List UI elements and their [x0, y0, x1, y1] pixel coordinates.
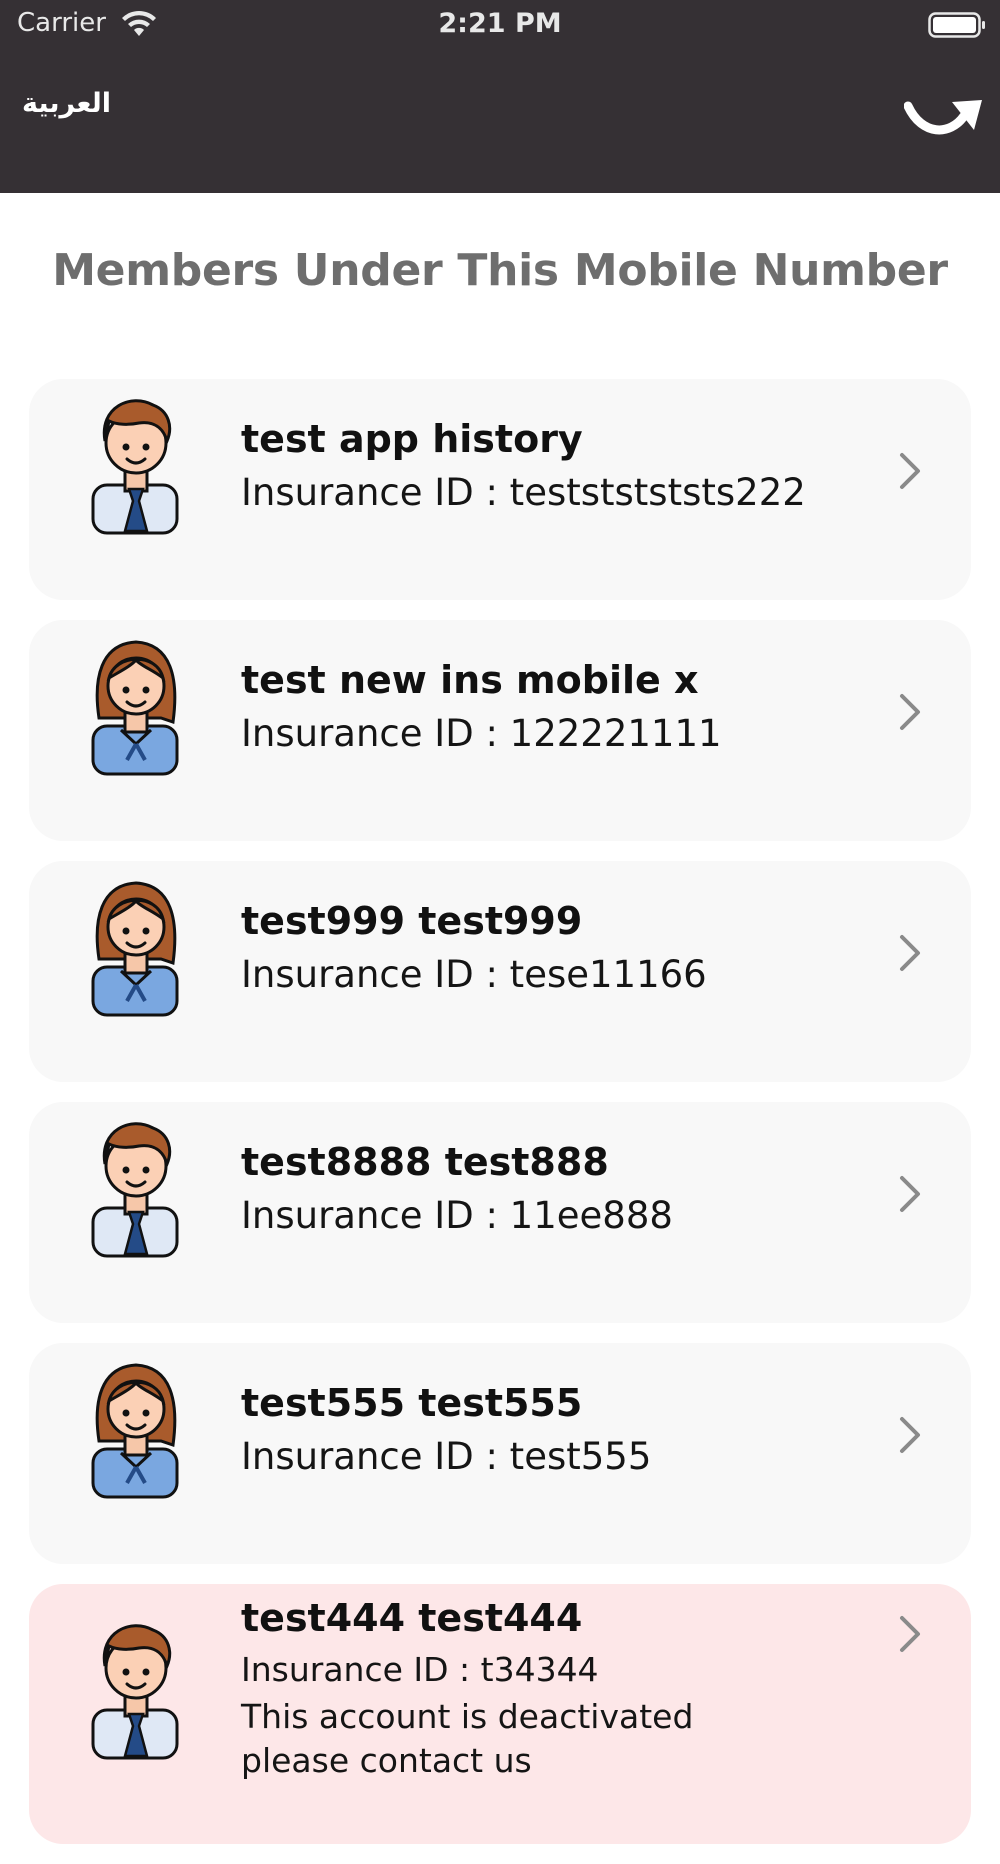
member-list: test app history Insurance ID : teststst… [29, 379, 971, 1864]
chevron-right-icon [900, 453, 920, 489]
battery-icon [928, 12, 985, 38]
female-avatar-icon [91, 881, 179, 1017]
male-avatar-icon [91, 399, 179, 535]
member-name: test app history [241, 417, 583, 461]
insurance-id: Insurance ID : t34344 [241, 1650, 599, 1689]
language-toggle-button[interactable]: العربية [22, 88, 111, 119]
status-bar: Carrier 2:21 PM [0, 0, 1000, 50]
female-avatar-icon [91, 640, 179, 776]
chevron-right-icon [900, 694, 920, 730]
member-card[interactable]: test app history Insurance ID : teststst… [29, 379, 971, 600]
member-card-deactivated[interactable]: test444 test444 Insurance ID : t34344 Th… [29, 1584, 971, 1844]
chevron-right-icon [900, 1616, 920, 1652]
member-name: test new ins mobile x [241, 658, 699, 702]
insurance-id: Insurance ID : testststststs222 [241, 471, 806, 514]
clock: 2:21 PM [438, 8, 562, 39]
female-avatar-icon [91, 1363, 179, 1499]
chevron-right-icon [900, 1417, 920, 1453]
page-title: Members Under This Mobile Number [52, 245, 948, 296]
member-name: test555 test555 [241, 1381, 583, 1425]
male-avatar-icon [91, 1122, 179, 1258]
chevron-right-icon [900, 935, 920, 971]
insurance-id: Insurance ID : 122221111 [241, 712, 722, 755]
insurance-id: Insurance ID : tese11166 [241, 953, 707, 996]
male-avatar-icon [91, 1624, 179, 1760]
deactivated-message: This account is deactivated please conta… [241, 1697, 694, 1780]
member-name: test444 test444 [241, 1596, 583, 1640]
header-bar: Carrier 2:21 PM العربية [0, 0, 1000, 193]
insurance-id: Insurance ID : 11ee888 [241, 1194, 673, 1237]
member-name: test8888 test888 [241, 1140, 609, 1184]
member-card[interactable]: test new ins mobile x Insurance ID : 122… [29, 620, 971, 841]
logout-arrow-icon[interactable] [904, 94, 984, 140]
insurance-id: Insurance ID : test555 [241, 1435, 652, 1478]
chevron-right-icon [900, 1176, 920, 1212]
member-card[interactable]: test555 test555 Insurance ID : test555 [29, 1343, 971, 1564]
member-name: test999 test999 [241, 899, 583, 943]
member-card[interactable]: test8888 test888 Insurance ID : 11ee888 [29, 1102, 971, 1323]
member-card[interactable]: test999 test999 Insurance ID : tese11166 [29, 861, 971, 1082]
